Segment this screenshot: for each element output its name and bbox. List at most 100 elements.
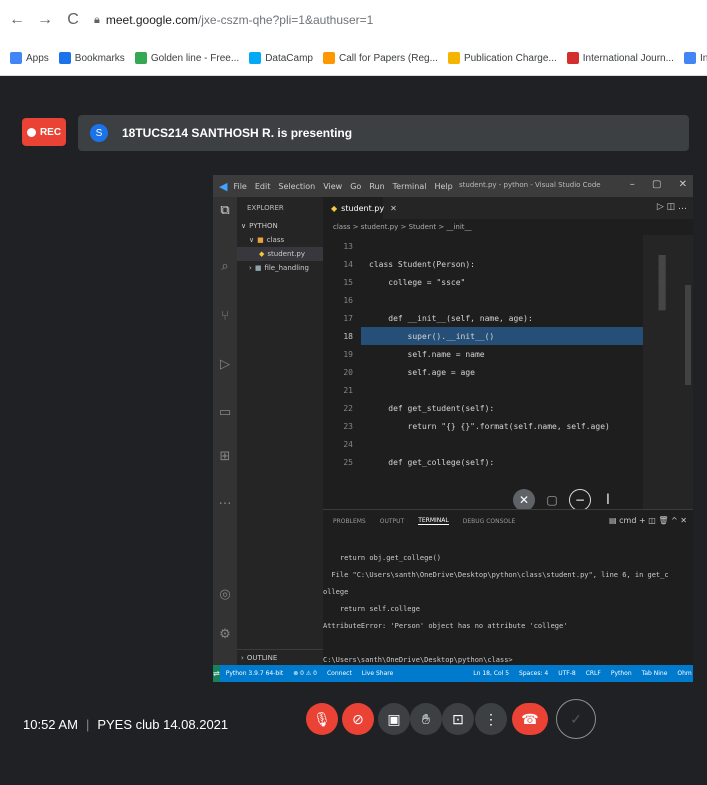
address-bar[interactable]: 🔒︎ meet.google.com /jxe-cszm-qhe?pli=1&a… [94, 8, 373, 32]
bookmark-item[interactable]: Call for Papers (Reg... [323, 52, 438, 64]
datacamp-icon [249, 52, 262, 64]
bookmark-item[interactable]: Apps [10, 52, 49, 64]
menu-item[interactable]: Help [434, 182, 452, 191]
code-editor[interactable]: 13 14 class Student(Person): 15 college = "… [323, 235, 693, 509]
split-terminal-icon[interactable]: ◫ [648, 516, 656, 525]
present-icon: ⊡ [452, 710, 464, 727]
meeting-name: PYES club 14.08.2021 [97, 717, 229, 732]
activities-button[interactable]: ✓ [556, 699, 596, 739]
run-icon[interactable]: ▷ [657, 202, 664, 212]
bookmark-item[interactable]: Publication Charge... [447, 52, 557, 64]
forward-arrow-icon[interactable]: → [34, 9, 56, 31]
tab-problems[interactable]: PROBLEMS [333, 518, 366, 525]
raise-hand-button[interactable]: ✋︎ [410, 703, 442, 735]
more-options-button[interactable]: ⋮ [475, 703, 507, 735]
run-debug-icon[interactable]: ▷ [217, 357, 233, 373]
code-text: college = "ssce" [369, 277, 466, 287]
status-item[interactable]: Python 3.9.7 64-bit [226, 670, 284, 677]
account-icon[interactable]: ◎ [217, 587, 233, 603]
menu-item[interactable]: View [323, 182, 342, 191]
bookmarks-bar: Apps Bookmarks Golden line - Free... DataCa… [0, 46, 707, 70]
hand-icon: ✋︎ [422, 710, 430, 727]
menu-item[interactable]: Go [350, 182, 361, 191]
status-item[interactable]: Tab Nine [642, 670, 668, 677]
camera-off-button[interactable]: ⊘ [342, 703, 374, 735]
line-number: 25 [343, 457, 353, 467]
editor-scrollbar[interactable] [685, 285, 691, 385]
remote-explorer-icon[interactable]: ▭ [217, 405, 233, 421]
recording-badge: REC [22, 118, 66, 146]
settings-gear-icon[interactable]: ⚙ [217, 627, 233, 643]
close-panel-icon[interactable]: ✕ [680, 516, 687, 525]
menu-item[interactable]: File [233, 182, 246, 191]
bookmark-label: Bookmarks [74, 52, 125, 64]
back-arrow-icon[interactable]: ← [6, 9, 28, 31]
bookmark-item[interactable]: Golden line - Free... [134, 52, 239, 64]
kill-terminal-icon[interactable]: 🗑︎ [658, 516, 668, 525]
star-icon [58, 52, 71, 64]
maximize-panel-icon[interactable]: ^ [671, 516, 678, 525]
source-control-icon[interactable]: ⑂ [217, 309, 233, 325]
line-number: 21 [343, 385, 353, 395]
minimap-label: ▒▒▒▒▒▒▒▒▒▒▒▒ [658, 255, 665, 311]
minimize-icon[interactable]: – [630, 179, 635, 190]
explorer-header: EXPLORER [247, 204, 284, 212]
menu-item[interactable]: Terminal [393, 182, 427, 191]
code-text: def __init__(self, name, age): [369, 313, 533, 323]
more-icon[interactable]: … [217, 493, 233, 509]
outline-section[interactable]: › OUTLINE [237, 649, 323, 665]
status-item[interactable]: ⊗ 0 ⚠ 0 [293, 670, 317, 677]
remote-indicator-icon[interactable]: ⇌ [213, 665, 220, 682]
new-terminal-icon[interactable]: + [639, 516, 646, 525]
minimize-overlay-icon[interactable]: − [569, 489, 591, 511]
menu-item[interactable]: Run [369, 182, 384, 191]
tab-terminal[interactable]: TERMINAL [418, 517, 449, 525]
status-item[interactable]: Python [611, 670, 632, 677]
tab-student-py[interactable]: ◆ student.py ✕ [323, 197, 397, 219]
bookmark-item[interactable]: International Journ... [683, 52, 707, 64]
menu-item[interactable]: Edit [255, 182, 271, 191]
bookmark-item[interactable]: International Journ... [566, 52, 674, 64]
search-icon[interactable]: ⌕ [217, 259, 233, 275]
code-text: self.age = age [369, 367, 475, 377]
leave-call-button[interactable]: ☎︎ [512, 703, 548, 735]
folder-icon: ■ [254, 264, 262, 272]
presenting-text: 18TUCS214 SANTHOSH R. is presenting [122, 126, 353, 140]
extensions-icon[interactable]: ⊞ [217, 449, 233, 465]
bookmark-item[interactable]: DataCamp [249, 52, 313, 64]
close-tab-icon[interactable]: ✕ [390, 204, 397, 213]
captions-button[interactable]: ▣ [378, 703, 410, 735]
status-item[interactable]: Spaces: 4 [519, 670, 548, 677]
tree-item-python[interactable]: ∨ PYTHON [237, 219, 323, 233]
menu-item[interactable]: Selection [278, 182, 315, 191]
minimap[interactable]: ▒▒▒▒▒▒▒▒▒▒▒▒ [643, 235, 693, 509]
maximize-icon[interactable]: ▢ [652, 179, 661, 190]
reload-icon[interactable]: C [62, 9, 84, 31]
mic-off-icon[interactable]: ✕ [513, 489, 535, 511]
mic-off-button[interactable]: 🎙︎ [306, 703, 338, 735]
tree-item-student-py[interactable]: ◆ student.py [237, 247, 323, 261]
bookmark-item[interactable]: Bookmarks [58, 52, 125, 64]
check-icon: ✓ [570, 710, 582, 727]
status-item[interactable]: UTF-8 [558, 670, 576, 677]
status-item[interactable]: Ln 18, Col 5 [473, 670, 509, 677]
status-item[interactable]: Connect [327, 670, 352, 677]
tab-debug-console[interactable]: DEBUG CONSOLE [463, 518, 516, 525]
code-line: 13 [323, 237, 679, 255]
camera-off-icon[interactable]: ▢ [541, 489, 563, 511]
status-item[interactable]: CRLF [586, 670, 601, 677]
more-actions-icon[interactable]: … [678, 202, 687, 212]
split-editor-icon[interactable]: ◫ [667, 202, 676, 212]
line-number: 14 [343, 259, 353, 269]
tree-item-file-handling[interactable]: › ■ file_handling [237, 261, 323, 275]
present-button[interactable]: ⊡ [442, 703, 474, 735]
shell-selector[interactable]: ▤ cmd [609, 516, 636, 525]
tab-output[interactable]: OUTPUT [380, 518, 404, 525]
terminal-output[interactable]: return obj.get_college() File "C:\Users\… [323, 550, 693, 669]
files-icon[interactable]: ⧉ [217, 203, 233, 219]
status-item[interactable]: Live Share [362, 670, 393, 677]
code-text: return "{} {}".format(self.name, self.ag… [369, 421, 610, 431]
tree-item-class[interactable]: ∨ ■ class [237, 233, 323, 247]
close-icon[interactable]: ✕ [679, 179, 687, 190]
status-item[interactable]: Ohm [677, 670, 691, 677]
